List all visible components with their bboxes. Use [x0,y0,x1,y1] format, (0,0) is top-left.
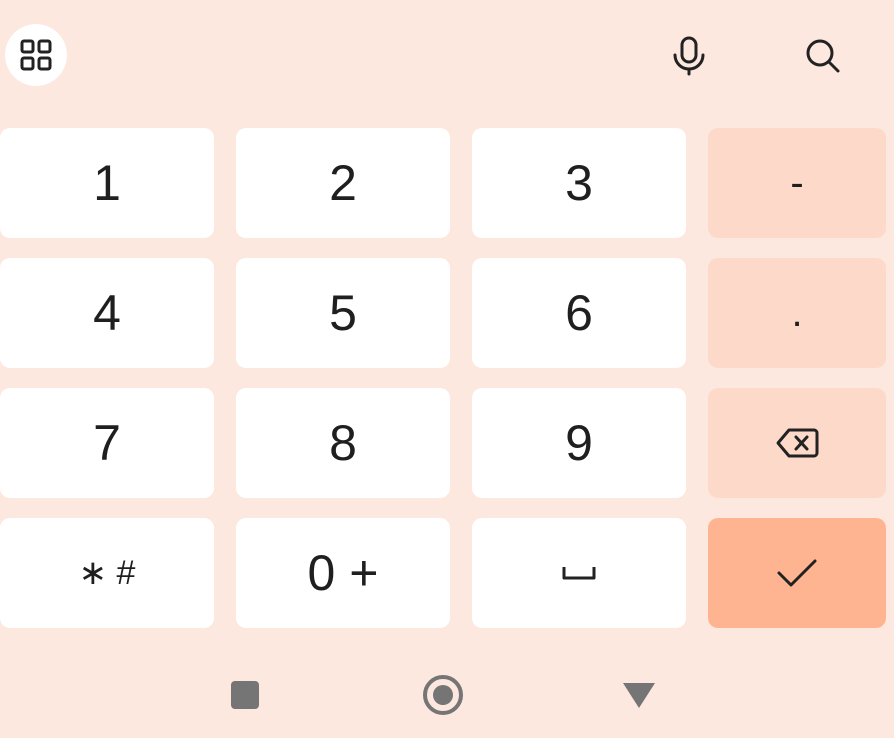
key-9-label: 9 [565,415,593,471]
key-8[interactable]: 8 [236,388,450,498]
key-space[interactable] [472,518,686,628]
square-icon [231,681,259,709]
key-minus[interactable]: - [708,128,886,238]
key-backspace[interactable] [708,388,886,498]
nav-back-button[interactable] [614,670,664,720]
grid-icon [20,39,52,71]
microphone-icon [673,36,705,76]
search-icon [806,39,840,73]
apps-grid-button[interactable] [5,24,67,86]
key-7[interactable]: 7 [0,388,214,498]
check-icon [777,559,817,587]
key-6-label: 6 [565,285,593,341]
key-6[interactable]: 6 [472,258,686,368]
key-period-label: . [791,291,803,335]
key-minus-label: - [790,161,804,205]
space-icon [562,567,596,580]
system-navigation-bar [0,650,894,738]
key-star-hash-label: ∗ # [78,554,136,592]
search-button[interactable] [797,30,849,82]
voice-input-button[interactable] [663,30,715,82]
nav-recent-apps-button[interactable] [220,670,270,720]
key-5[interactable]: 5 [236,258,450,368]
key-1-label: 1 [93,155,121,211]
key-3-label: 3 [565,155,593,211]
key-7-label: 7 [93,415,121,471]
key-zero-plus[interactable]: 0 + [236,518,450,628]
key-2[interactable]: 2 [236,128,450,238]
key-9[interactable]: 9 [472,388,686,498]
keyboard-toolbar [0,0,894,112]
backspace-icon [776,428,819,458]
key-5-label: 5 [329,285,357,341]
triangle-down-icon [623,683,655,708]
key-star-hash[interactable]: ∗ # [0,518,214,628]
key-zero-plus-label: 0 + [307,545,379,601]
key-8-label: 8 [329,415,357,471]
key-1[interactable]: 1 [0,128,214,238]
key-3[interactable]: 3 [472,128,686,238]
key-enter[interactable] [708,518,886,628]
circle-icon [423,675,463,715]
nav-home-button[interactable] [418,670,468,720]
key-2-label: 2 [329,155,357,211]
key-period[interactable]: . [708,258,886,368]
key-4-label: 4 [93,285,121,341]
key-4[interactable]: 4 [0,258,214,368]
